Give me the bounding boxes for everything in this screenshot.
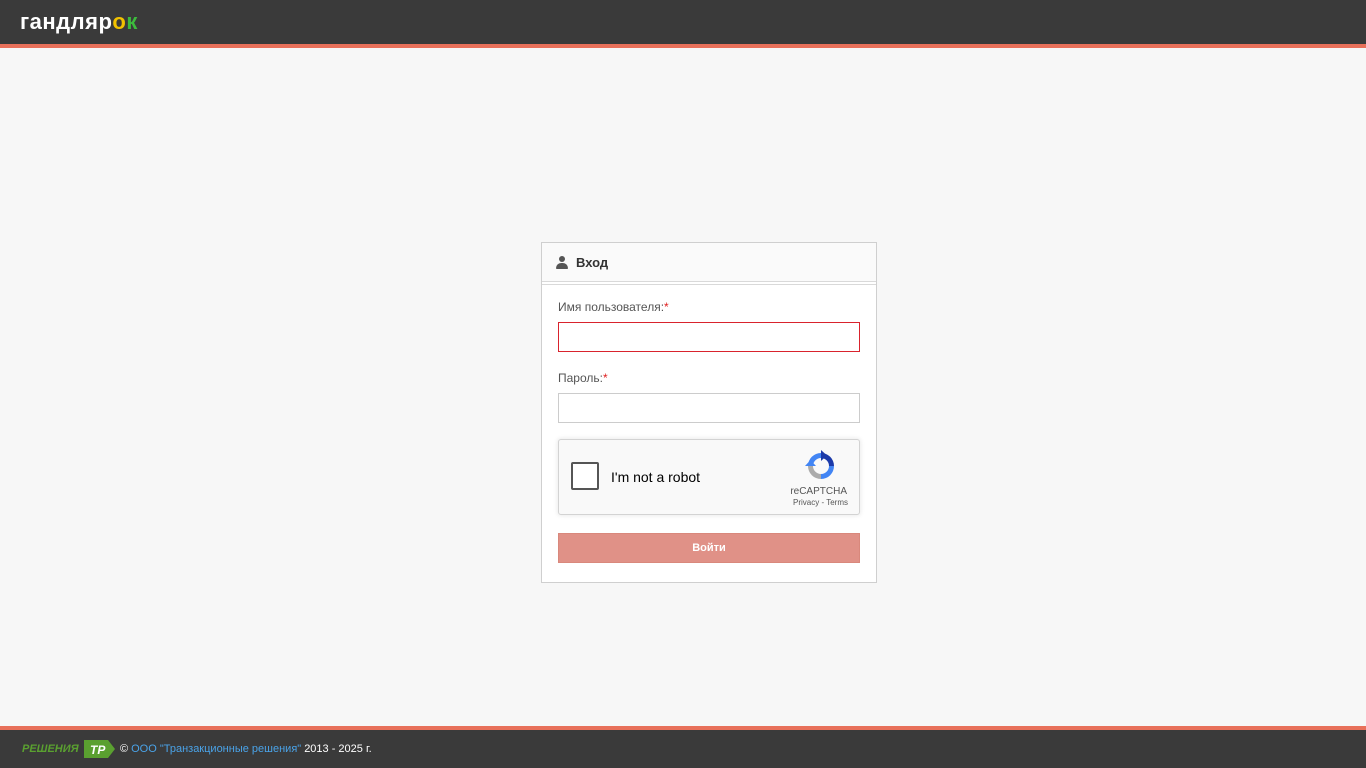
company-logo-text: РЕШЕНИЯ — [22, 743, 79, 755]
required-mark: * — [664, 300, 669, 314]
login-panel: Вход Имя пользователя:* Пароль:* I'm not… — [541, 242, 877, 583]
login-form: Имя пользователя:* Пароль:* I'm not a ro… — [542, 282, 876, 563]
required-mark: * — [602, 371, 608, 385]
password-input[interactable] — [558, 393, 860, 423]
logo-text-main: гандляр — [20, 9, 113, 34]
recaptcha-terms-link[interactable]: Terms — [826, 498, 848, 507]
company-logo: РЕШЕНИЯ TP — [18, 738, 116, 760]
company-logo-badge-icon: TP — [84, 740, 115, 758]
password-label: Пароль:* — [558, 371, 608, 385]
user-icon — [556, 255, 568, 269]
login-title: Вход — [576, 254, 609, 270]
footer: РЕШЕНИЯ TP © ООО "Транзакционные решения… — [0, 726, 1366, 768]
recaptcha-label: I'm not a robot — [611, 469, 701, 485]
username-label: Имя пользователя:* — [558, 300, 669, 314]
login-panel-header: Вход — [542, 243, 876, 285]
logo-text-o: о — [112, 9, 127, 34]
recaptcha-widget: I'm not a robot reCAPTCHA Privacy - Term… — [558, 439, 860, 515]
logo-text-k: к — [126, 9, 138, 34]
recaptcha-checkbox[interactable] — [571, 462, 599, 490]
copyright-symbol: © — [120, 743, 129, 755]
username-input[interactable] — [558, 322, 860, 352]
recaptcha-links: Privacy - Terms — [793, 498, 848, 507]
svg-text:TP: TP — [90, 743, 106, 757]
recaptcha-brand: reCAPTCHA — [790, 486, 847, 497]
recaptcha-privacy-link[interactable]: Privacy — [793, 498, 819, 507]
company-link[interactable]: ООО "Транзакционные решения" — [131, 743, 301, 755]
top-bar: гандляр о к — [0, 0, 1366, 48]
login-button[interactable]: Войти — [558, 533, 860, 563]
brand-logo[interactable]: гандляр о к — [20, 9, 138, 35]
recaptcha-logo-icon — [805, 450, 834, 479]
copyright-years: 2013 - 2025 г. — [304, 743, 372, 755]
